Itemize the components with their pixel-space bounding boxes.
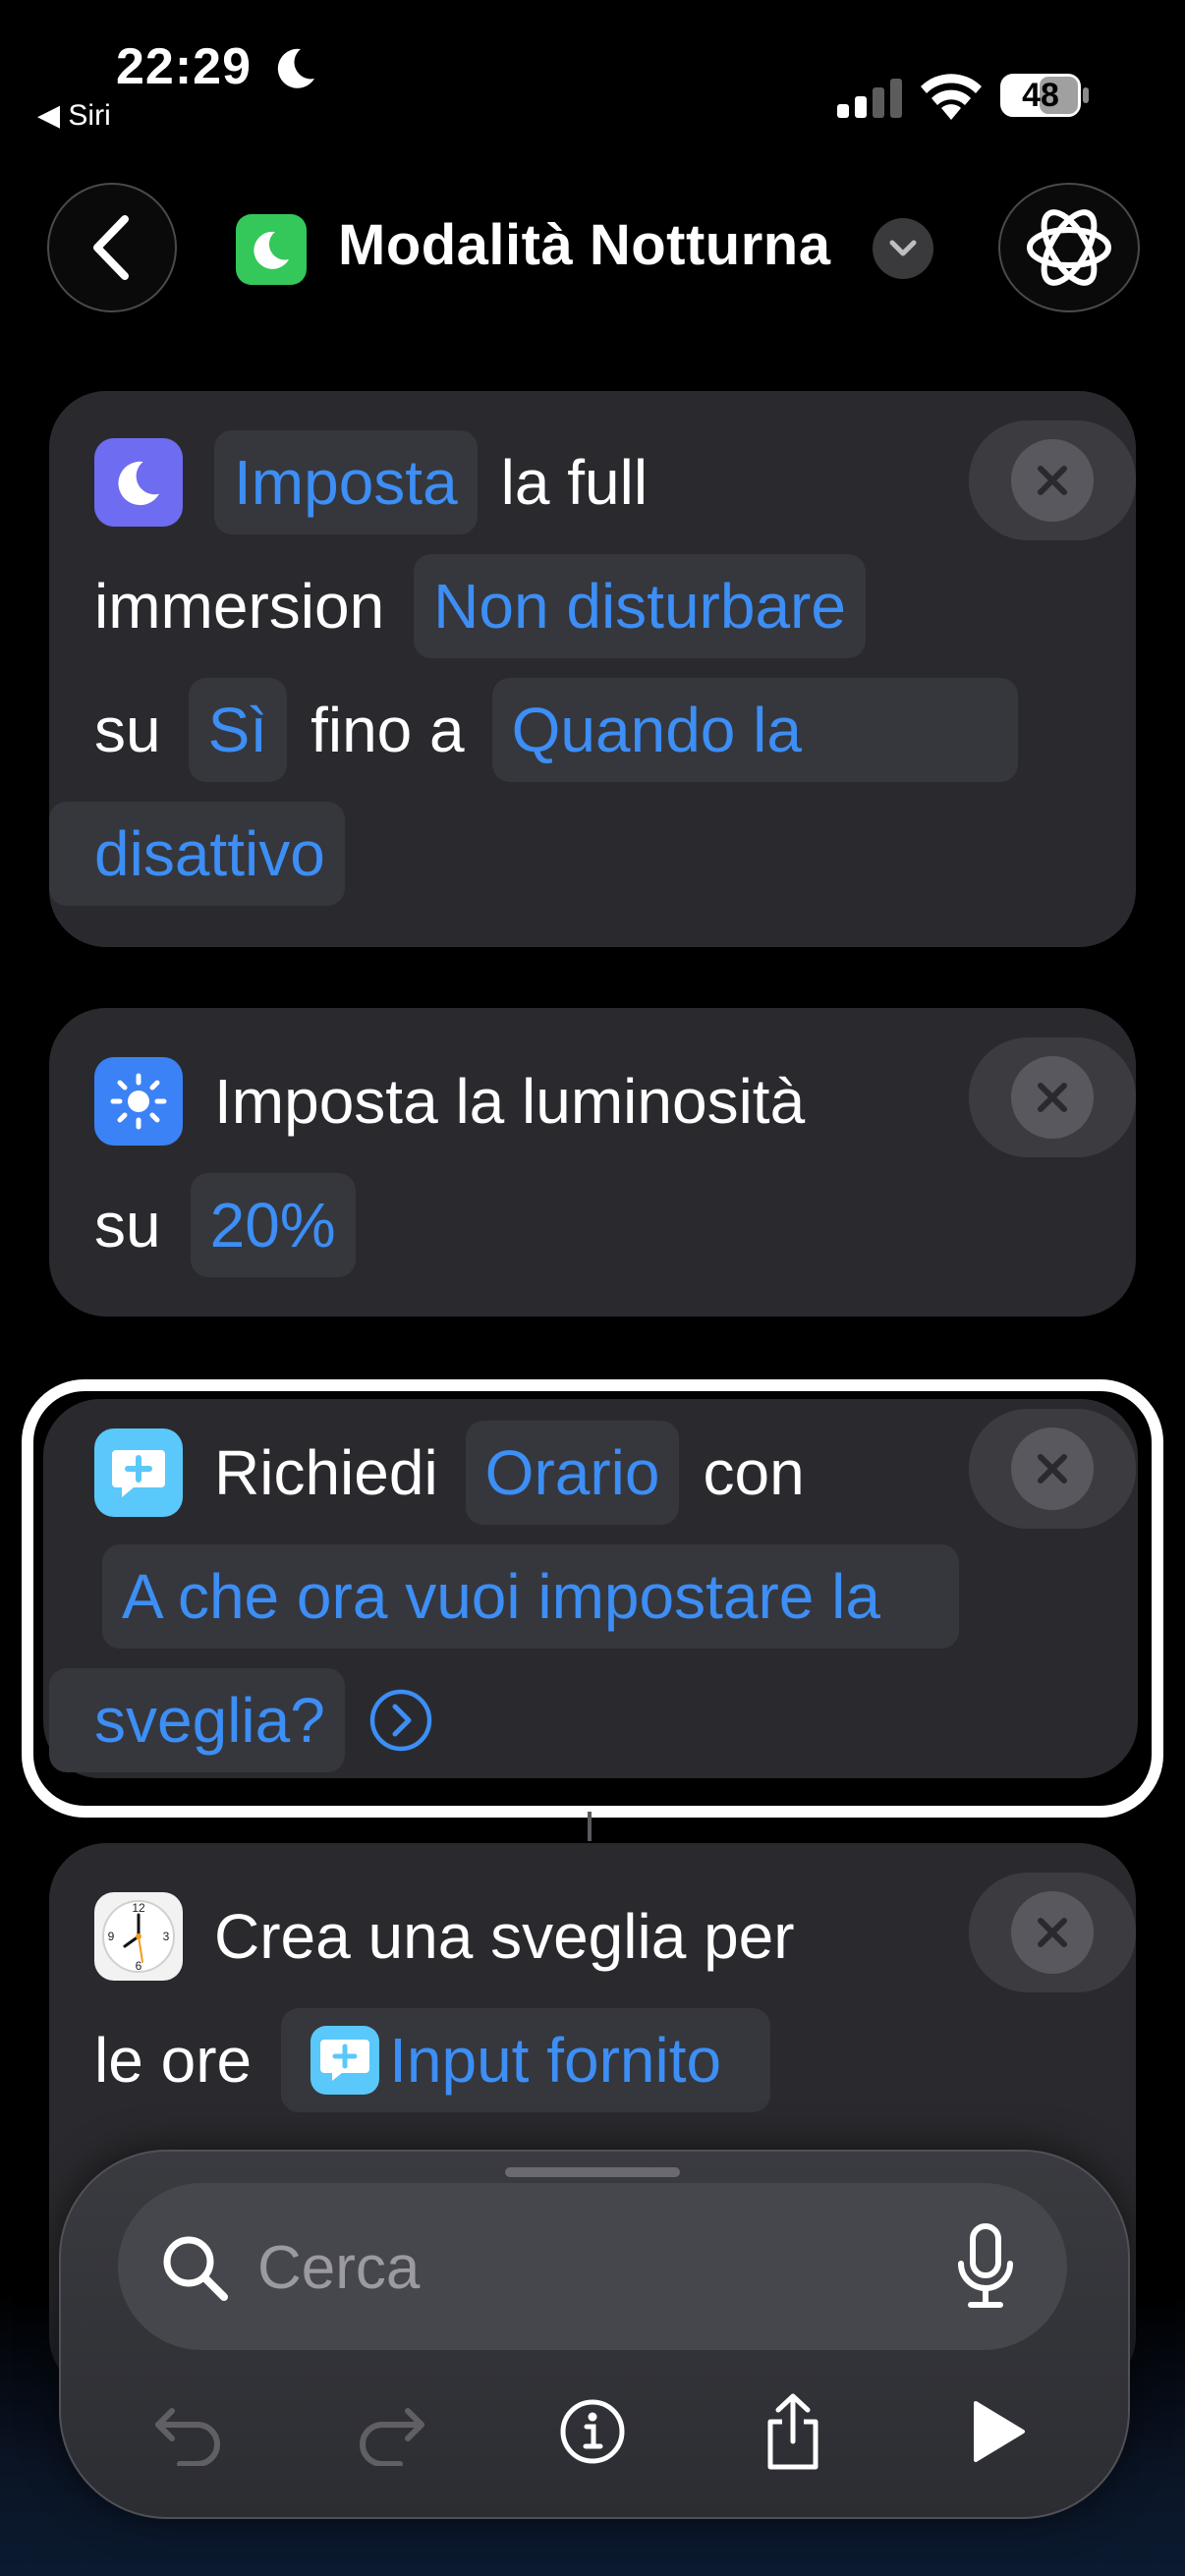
wifi-icon [921, 74, 982, 120]
param-provided-input[interactable]: Input fornito [281, 2008, 771, 2112]
close-icon [1038, 1083, 1067, 1112]
delete-action-button[interactable] [969, 420, 1136, 540]
action-text: su [94, 1190, 161, 1260]
ask-input-icon [310, 2026, 380, 2095]
action-text: Crea una sveglia per [214, 1901, 795, 1972]
delete-action-button[interactable] [969, 1409, 1136, 1529]
action1-line3: su Sì fino a Quando la [94, 676, 1018, 784]
sheet-grabber[interactable] [505, 2167, 680, 2177]
microphone-icon[interactable] [955, 2222, 1016, 2311]
action3-line1: Richiedi Orario con [94, 1419, 818, 1527]
clock-icon: 12 3 6 9 [94, 1892, 183, 1981]
redo-icon [360, 2408, 424, 2466]
info-icon [560, 2399, 625, 2464]
action-text: la full [500, 447, 649, 518]
param-prompt-continued[interactable]: sveglia? [49, 1668, 345, 1772]
focus-moon-icon [277, 48, 314, 88]
action-text: immersion [94, 571, 385, 642]
param-brightness-value[interactable]: 20% [190, 1173, 356, 1277]
param-action[interactable]: Imposta [214, 430, 478, 534]
delete-action-button[interactable] [969, 1037, 1136, 1157]
svg-text:12: 12 [132, 1901, 145, 1915]
param-until[interactable]: Quando la [491, 678, 1018, 782]
info-button[interactable] [538, 2378, 647, 2486]
back-button[interactable] [47, 183, 177, 312]
apple-intelligence-button[interactable] [998, 183, 1140, 312]
redo-button[interactable] [338, 2378, 446, 2486]
action3-line3: sveglia? [49, 1666, 433, 1774]
sun-icon [94, 1057, 183, 1146]
title-menu-button[interactable] [873, 218, 933, 279]
close-icon [1038, 466, 1067, 495]
action1-line1: Imposta la full [94, 428, 661, 536]
action2-line2: su 20% [94, 1171, 379, 1279]
moon-icon [254, 231, 289, 269]
action-text: Richiedi [214, 1437, 438, 1508]
ask-input-icon [94, 1428, 183, 1517]
undo-icon [155, 2408, 220, 2466]
action4-line1: 12 3 6 9 Crea una sveglia per [94, 1882, 809, 1990]
action4-line2: le ore Input fornito [94, 2006, 794, 2114]
svg-text:3: 3 [163, 1930, 170, 1943]
chevron-down-icon [889, 240, 917, 256]
search-input[interactable] [255, 2232, 928, 2304]
chevron-left-icon [93, 215, 129, 280]
close-icon [1038, 1918, 1067, 1947]
delete-action-button[interactable] [969, 1873, 1136, 1992]
action-text: con [703, 1437, 805, 1508]
back-to-siri-link[interactable]: ◀ Siri [37, 98, 111, 133]
action1-line4: disattivo [49, 800, 368, 908]
action-text: fino a [310, 695, 465, 765]
share-icon [767, 2393, 818, 2470]
action-text: su [94, 695, 161, 765]
cellular-signal-icon [837, 79, 902, 118]
share-button[interactable] [739, 2378, 847, 2486]
svg-text:6: 6 [136, 1959, 142, 1973]
status-time: 22:29 [116, 38, 252, 95]
chevron-right-circle-icon[interactable] [368, 1688, 433, 1753]
action2-line1: Imposta la luminosità [94, 1047, 818, 1155]
param-focus-mode[interactable]: Non disturbare [414, 554, 866, 658]
shortcut-title[interactable]: Modalità Notturna [338, 212, 830, 278]
action-text: le ore [94, 2025, 253, 2096]
battery-indicator: 48 [1000, 73, 1091, 118]
action-connector [588, 1812, 592, 1841]
action-text: Imposta la luminosità [214, 1066, 806, 1137]
run-shortcut-button[interactable] [943, 2378, 1051, 2486]
param-state[interactable]: Sì [188, 678, 288, 782]
search-icon [163, 2236, 228, 2301]
close-icon [1038, 1454, 1067, 1484]
battery-percentage: 48 [1022, 77, 1059, 114]
action3-line2: A che ora vuoi impostare la [102, 1542, 983, 1651]
param-until-continued[interactable]: disattivo [49, 802, 345, 906]
shortcut-app-icon [236, 214, 307, 285]
param-prompt[interactable]: A che ora vuoi impostare la [102, 1544, 959, 1649]
moon-icon [94, 438, 183, 527]
action1-line2: immersion Non disturbare [94, 552, 889, 660]
svg-text:9: 9 [108, 1930, 115, 1943]
param-input-type[interactable]: Orario [465, 1421, 680, 1525]
play-icon [974, 2401, 1025, 2462]
param-input-label: Input fornito [389, 2025, 722, 2096]
apple-intelligence-icon [1027, 209, 1111, 286]
undo-button[interactable] [134, 2378, 242, 2486]
action-search-bar[interactable] [118, 2183, 1067, 2350]
